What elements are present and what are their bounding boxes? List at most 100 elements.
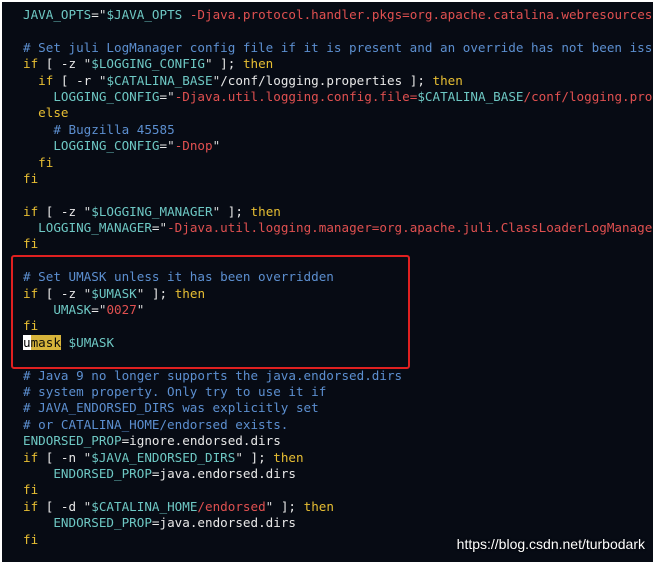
variable-token: JAVA_OPTS — [23, 7, 92, 22]
code-line[interactable]: LOGGING_CONFIG="-Djava.util.logging.conf… — [2, 89, 653, 105]
keyword-token: else — [38, 105, 69, 121]
comment-token: # Java 9 no longer supports the java.end… — [23, 367, 403, 383]
code-token: " — [205, 56, 213, 72]
code-token: [ -d — [38, 498, 84, 514]
code-line[interactable]: # Java 9 no longer supports the java.end… — [2, 368, 653, 384]
code-token: = — [159, 138, 168, 154]
keyword-token: fi — [23, 170, 39, 186]
comment-token: # or CATALINA_HOME/endorsed exists. — [23, 416, 289, 432]
variable-token: LOGGING_CONFIG — [53, 138, 160, 154]
code-token: ]; — [220, 203, 251, 219]
code-token: ]; — [144, 285, 175, 301]
code-line[interactable]: if [ -z "$LOGGING_MANAGER" ]; then — [2, 204, 653, 220]
string-value-token: /conf/logging.properties — [523, 88, 653, 104]
code-line[interactable]: if [ -d "$CATALINA_HOME/endorsed" ]; the… — [2, 499, 653, 515]
text-cursor: u — [23, 334, 31, 350]
code-token: = — [159, 88, 168, 104]
code-token: /conf/logging.properties ]; — [220, 72, 433, 88]
code-line[interactable]: # Set UMASK unless it has been overridde… — [2, 269, 653, 285]
code-token: ]; — [242, 449, 274, 465]
variable-token: $JAVA_OPTS — [106, 7, 183, 22]
keyword-token: then — [273, 449, 304, 465]
code-lines[interactable]: JAVA_OPTS="$JAVA_OPTS -Djava.protocol.ha… — [2, 2, 653, 548]
code-token: ]; — [273, 498, 304, 514]
code-line[interactable]: if [ -z "$LOGGING_CONFIG" ]; then — [2, 56, 653, 72]
keyword-token: if — [23, 449, 39, 465]
code-line[interactable] — [2, 23, 653, 39]
variable-token: ENDORSED_PROP — [53, 515, 152, 531]
variable-token: LOGGING_MANAGER — [38, 220, 152, 236]
code-line[interactable]: ENDORSED_PROP=java.endorsed.dirs — [2, 466, 653, 482]
code-line[interactable] — [2, 351, 653, 367]
comment-token: # system property. Only try to use it if — [23, 383, 327, 399]
code-token: = — [91, 7, 99, 22]
variable-token: ENDORSED_PROP — [23, 433, 122, 449]
code-token: = — [151, 220, 160, 236]
code-line[interactable]: # JAVA_ENDORSED_DIRS was explicitly set — [2, 400, 653, 416]
code-line[interactable] — [2, 253, 653, 269]
code-line[interactable]: else — [2, 105, 653, 121]
code-token: = — [91, 302, 99, 318]
code-editor[interactable]: JAVA_OPTS="$JAVA_OPTS -Djava.protocol.ha… — [2, 2, 653, 562]
code-line[interactable]: umask $UMASK — [2, 334, 653, 351]
variable-token: $LOGGING_MANAGER — [91, 203, 213, 219]
keyword-token: fi — [38, 154, 54, 170]
code-line[interactable]: fi — [2, 482, 653, 498]
keyword-token: if — [23, 285, 39, 301]
code-line[interactable]: fi — [2, 171, 653, 187]
variable-token: LOGGING_CONFIG — [53, 88, 160, 104]
keyword-token: fi — [23, 236, 39, 252]
code-line[interactable]: JAVA_OPTS= " $JAVA_OPTS -Djava.protocol.ha… — [2, 7, 653, 23]
string-value-token: -Dnop — [174, 138, 213, 154]
code-line[interactable]: LOGGING_MANAGER="-Djava.util.logging.man… — [2, 220, 653, 236]
code-line[interactable]: # or CATALINA_HOME/endorsed exists. — [2, 417, 653, 433]
code-token: " — [136, 302, 145, 318]
comment-token: # Set UMASK unless it has been overridde… — [23, 269, 334, 285]
code-token: =java.endorsed.dirs — [151, 515, 296, 531]
keyword-token: then — [242, 56, 274, 72]
code-line[interactable]: if [ -z "$UMASK" ]; then — [2, 286, 653, 302]
code-token: [ -z — [38, 56, 84, 72]
code-token: " — [235, 449, 243, 465]
keyword-token: if — [23, 498, 39, 514]
keyword-token: then — [174, 285, 206, 301]
code-line[interactable]: if [ -n "$JAVA_ENDORSED_DIRS" ]; then — [2, 450, 653, 466]
code-line[interactable]: LOGGING_CONFIG="-Dnop" — [2, 138, 653, 154]
code-line[interactable]: if [ -r "$CATALINA_BASE"/conf/logging.pr… — [2, 73, 653, 89]
code-line[interactable]: ENDORSED_PROP=ignore.endorsed.dirs — [2, 433, 653, 449]
keyword-token: if — [23, 203, 39, 219]
variable-token: $UMASK — [68, 334, 115, 350]
keyword-token: fi — [23, 482, 39, 498]
string-value-token: -Djava.util.logging.config.file= — [174, 88, 418, 104]
variable-token: $CATALINA_BASE — [417, 88, 524, 104]
code-token: " — [652, 7, 653, 22]
code-line[interactable]: # Bugzilla 45585 — [2, 122, 653, 138]
code-line[interactable]: fi — [2, 318, 653, 334]
variable-token: UMASK — [53, 302, 92, 318]
keyword-token: if — [23, 56, 39, 72]
code-line[interactable]: # Set juli LogManager config file if it … — [2, 40, 653, 56]
code-line[interactable]: fi — [2, 155, 653, 171]
code-line[interactable] — [2, 187, 653, 203]
variable-token: $LOGGING_CONFIG — [91, 56, 205, 72]
code-line[interactable]: UMASK="0027" — [2, 302, 653, 318]
code-token: [ -z — [38, 285, 84, 301]
comment-token: # Bugzilla 45585 — [53, 121, 175, 137]
code-line[interactable]: fi — [2, 236, 653, 252]
code-line[interactable]: ENDORSED_PROP=java.endorsed.dirs — [2, 515, 653, 531]
code-line[interactable]: # system property. Only try to use it if — [2, 384, 653, 400]
code-token: [ -z — [38, 203, 84, 219]
code-token: =java.endorsed.dirs — [151, 465, 296, 481]
code-token: " — [212, 138, 221, 154]
